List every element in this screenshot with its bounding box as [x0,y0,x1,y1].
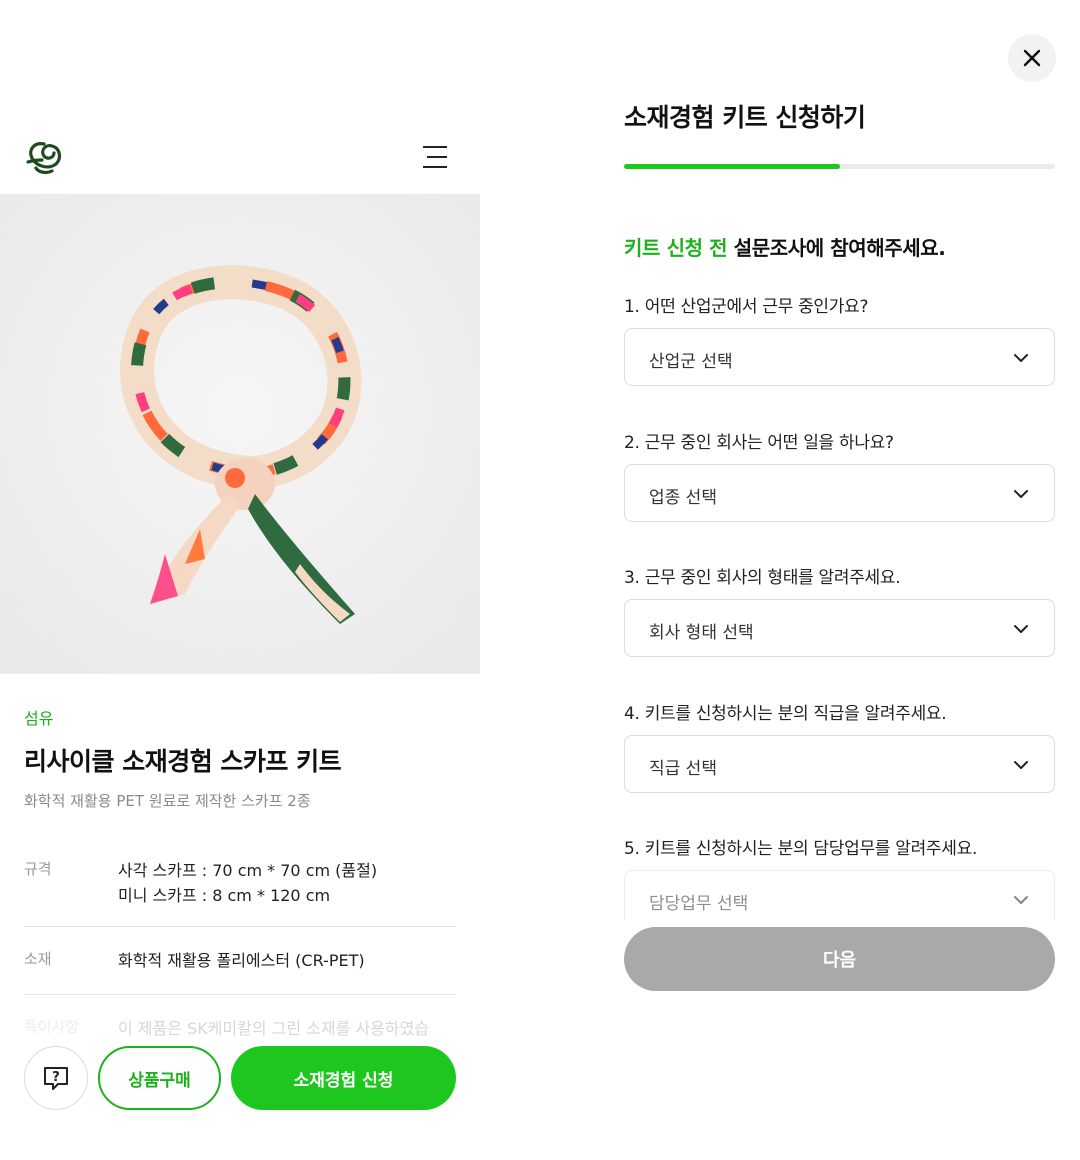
next-button[interactable]: 다음 [624,927,1055,991]
spec-row-notes: 특이사항 이 제품은 SK케미칼의 그린 소재를 사용하였습 [24,1016,456,1042]
spec-value: 화학적 재활용 폴리에스터 (CR-PET) [118,948,365,973]
survey-intro-text: 설문조사에 참여해주세요. [727,236,946,260]
svg-text:?: ? [52,1070,60,1085]
question-chat-button[interactable]: ? [24,1046,88,1110]
duty-select-wrapper: 담당업무 선택 [624,870,1055,920]
product-description: 화학적 재활용 PET 원료로 제작한 스카프 2종 [24,792,311,810]
modal-title: 소재경험 키트 신청하기 [624,103,866,132]
buy-product-button[interactable]: 상품구매 [98,1046,221,1110]
spec-key: 소재 [24,950,52,968]
industry-select[interactable]: 산업군 선택 [624,328,1055,386]
product-image [0,194,480,674]
business-type-select[interactable]: 업종 선택 [624,464,1055,522]
progress-fill [624,164,840,169]
divider [24,994,456,995]
chevron-down-icon [1014,761,1028,769]
survey-intro: 키트 신청 전 설문조사에 참여해주세요. [624,232,946,261]
question-label-4: 4. 키트를 신청하시는 분의 직급을 알려주세요. [624,704,947,724]
chevron-down-icon [1014,490,1028,498]
chevron-down-icon [1014,896,1028,904]
divider [24,926,456,927]
spec-value: 이 제품은 SK케미칼의 그린 소재를 사용하였습 [118,1016,429,1041]
spec-row-size: 규격 사각 스카프 : 70 cm * 70 cm (품절) 미니 스카프 : … [24,858,456,910]
spec-key: 특이사항 [24,1018,80,1036]
duty-select[interactable]: 담당업무 선택 [624,870,1055,920]
question-label-3: 3. 근무 중인 회사의 형태를 알려주세요. [624,568,901,588]
company-type-select[interactable]: 회사 형태 선택 [624,599,1055,657]
position-select[interactable]: 직급 선택 [624,735,1055,793]
close-icon [1023,49,1041,67]
spec-value-line: 화학적 재활용 폴리에스터 (CR-PET) [118,951,365,970]
spec-value-line: 미니 스카프 : 8 cm * 120 cm [118,886,331,905]
spec-value-line: 이 제품은 SK케미칼의 그린 소재를 사용하였습 [118,1019,430,1038]
select-placeholder: 담당업무 선택 [649,894,749,914]
select-placeholder: 회사 형태 선택 [649,623,754,643]
spec-row-material: 소재 화학적 재활용 폴리에스터 (CR-PET) [24,948,456,974]
kit-application-modal: 소재경험 키트 신청하기 키트 신청 전 설문조사에 참여해주세요. 1. 어떤… [480,0,1080,1160]
question-label-2: 2. 근무 중인 회사는 어떤 일을 하나요? [624,433,894,453]
spec-value: 사각 스카프 : 70 cm * 70 cm (품절) 미니 스카프 : 8 c… [118,858,377,908]
select-placeholder: 업종 선택 [649,488,717,508]
spec-value-line: 사각 스카프 : 70 cm * 70 cm (품절) [118,861,378,880]
survey-intro-highlight: 키트 신청 전 [624,236,728,260]
product-category: 섬유 [24,709,54,728]
progress-bar [624,164,1055,169]
select-placeholder: 산업군 선택 [649,352,733,372]
chevron-down-icon [1014,625,1028,633]
close-button[interactable] [1008,34,1056,82]
hamburger-menu-icon[interactable] [420,142,450,172]
sk-logo-icon[interactable] [24,138,64,176]
question-label-1: 1. 어떤 산업군에서 근무 중인가요? [624,297,869,317]
select-placeholder: 직급 선택 [649,759,717,779]
apply-material-kit-button[interactable]: 소재경험 신청 [231,1046,456,1110]
spec-key: 규격 [24,860,52,878]
product-panel: 섬유 리사이클 소재경험 스카프 키트 화학적 재활용 PET 원료로 제작한 … [0,0,480,1160]
question-label-5: 5. 키트를 신청하시는 분의 담당업무를 알려주세요. [624,839,978,859]
chevron-down-icon [1014,354,1028,362]
product-title: 리사이클 소재경험 스카프 키트 [24,747,342,776]
question-chat-icon: ? [44,1067,68,1090]
scarf-illustration [0,194,480,674]
